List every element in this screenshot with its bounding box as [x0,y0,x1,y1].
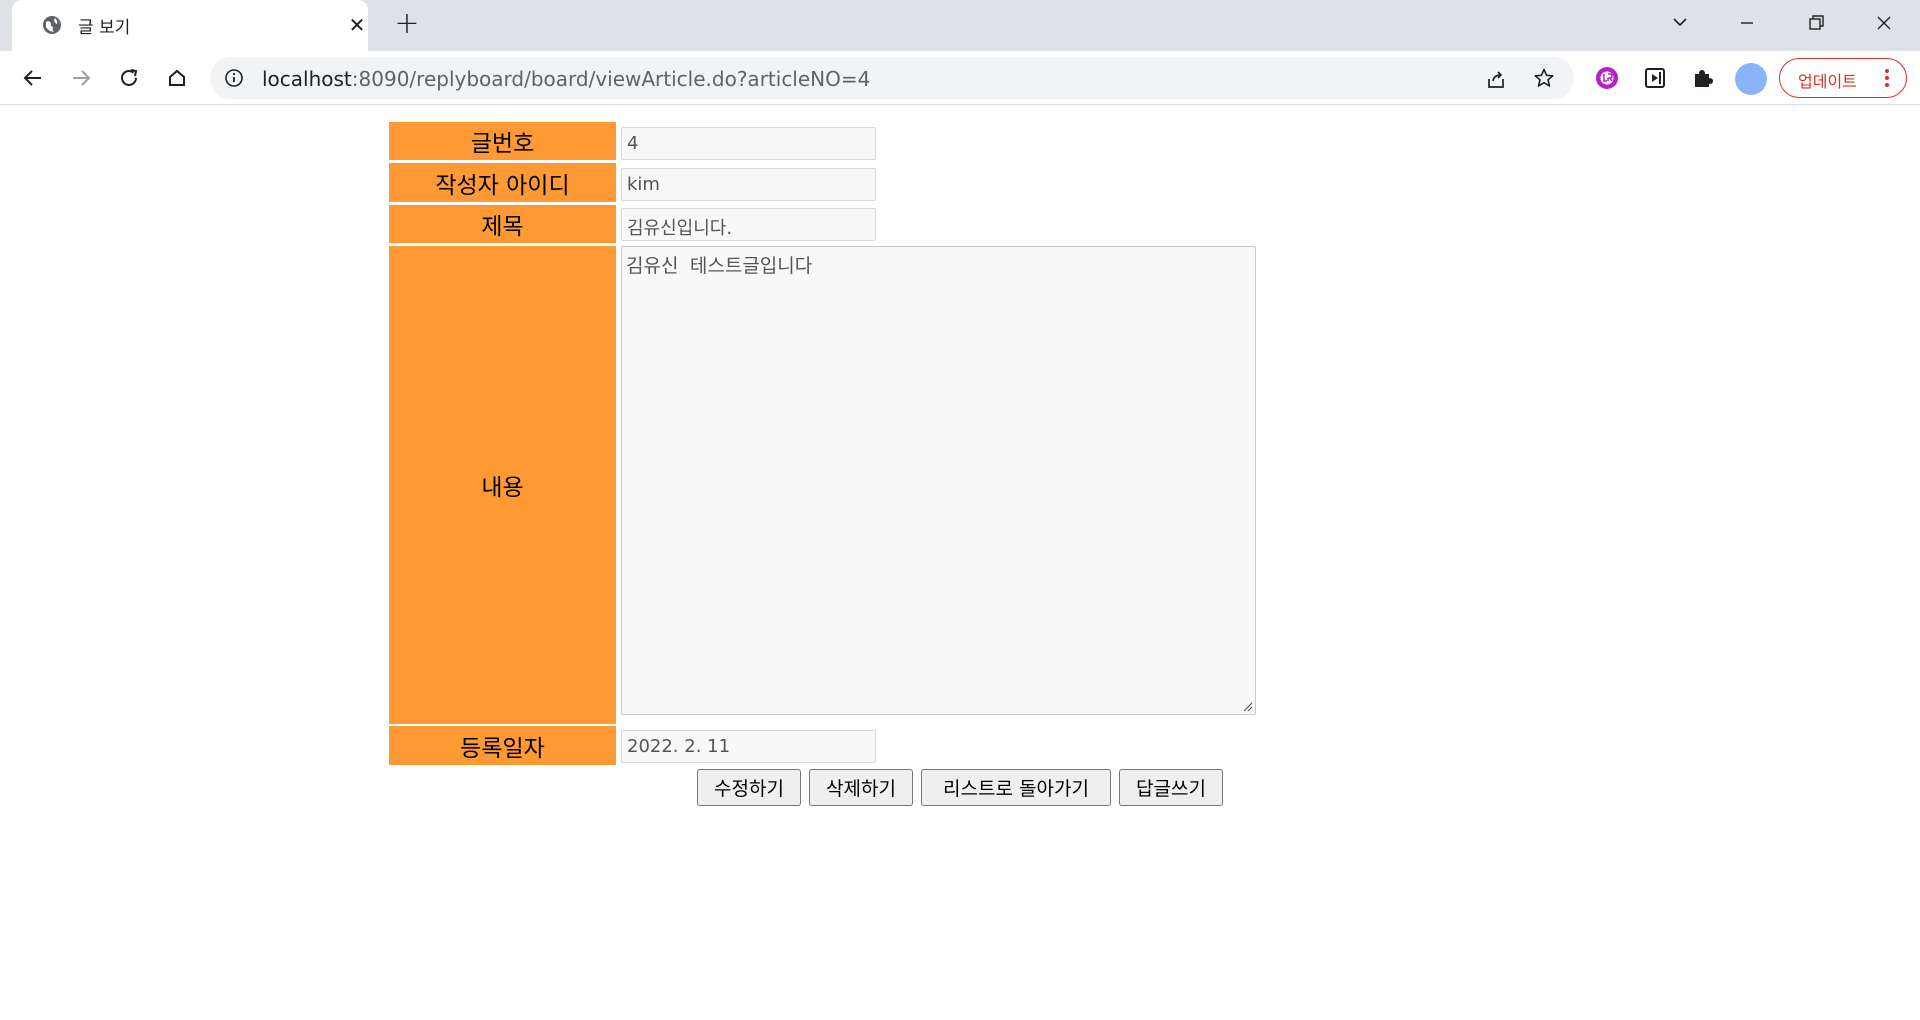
new-tab-button[interactable]: + [392,9,422,40]
update-label: 업데이트 [1798,72,1857,91]
tab-title: 글 보기 [78,18,131,38]
reg-date-field[interactable]: 2022. 2. 11 [621,730,876,763]
puzzle-extensions-icon[interactable] [1689,64,1717,92]
article-number-field[interactable]: 4 [621,127,876,160]
address-bar[interactable]: localhost:8090/replyboard/board/viewArti… [210,57,1574,99]
title-field[interactable]: 김유신입니다. [621,208,876,241]
close-tab-icon[interactable]: ✕ [346,14,368,36]
tab-search-icon[interactable] [1660,8,1700,38]
back-to-list-button[interactable]: 리스트로 돌아가기 [921,769,1111,806]
profile-avatar[interactable] [1735,63,1767,95]
modify-button[interactable]: 수정하기 [697,769,801,806]
site-info-icon[interactable] [224,68,244,88]
more-menu-icon[interactable] [1884,67,1890,89]
back-arrow-icon[interactable] [18,63,48,93]
browser-tab[interactable]: 글 보기 ✕ [12,0,368,51]
share-icon[interactable] [1485,68,1507,90]
forward-arrow-icon[interactable] [66,63,96,93]
url-host: localhost [262,67,352,91]
url-text[interactable]: localhost:8090/replyboard/board/viewArti… [262,67,870,91]
author-id-field[interactable]: kim [621,168,876,201]
globe-icon [43,16,61,34]
tab-strip: 글 보기 ✕ + [0,0,1920,51]
label-author-id: 작성자 아이디 [389,163,616,202]
close-window-icon[interactable] [1864,8,1904,38]
lr-extension-icon[interactable] [1593,64,1621,92]
content-text: 김유신 테스트글입니다 [626,255,813,277]
browser-toolbar: localhost:8090/replyboard/board/viewArti… [0,51,1920,105]
reload-icon[interactable] [114,63,144,93]
delete-button[interactable]: 삭제하기 [809,769,913,806]
minimize-icon[interactable] [1727,8,1767,38]
reply-button[interactable]: 답글쓰기 [1119,769,1223,806]
label-content: 내용 [389,246,616,724]
update-button[interactable]: 업데이트 [1779,58,1907,98]
bookmark-star-icon[interactable] [1533,67,1555,89]
home-icon[interactable] [162,63,192,93]
label-reg-date: 등록일자 [389,726,616,765]
resize-grip-icon[interactable] [1241,700,1253,712]
url-path: :8090/replyboard/board/viewArticle.do?ar… [351,67,871,91]
media-extension-icon[interactable] [1641,64,1669,92]
label-article-number: 글번호 [389,122,616,160]
label-title: 제목 [389,205,616,243]
article-view-page: 글번호 4 작성자 아이디 kim 제목 김유신입니다. 내용 김유신 테스트글… [0,106,1920,1020]
content-textarea[interactable]: 김유신 테스트글입니다 [621,246,1256,715]
restore-icon[interactable] [1796,8,1836,38]
